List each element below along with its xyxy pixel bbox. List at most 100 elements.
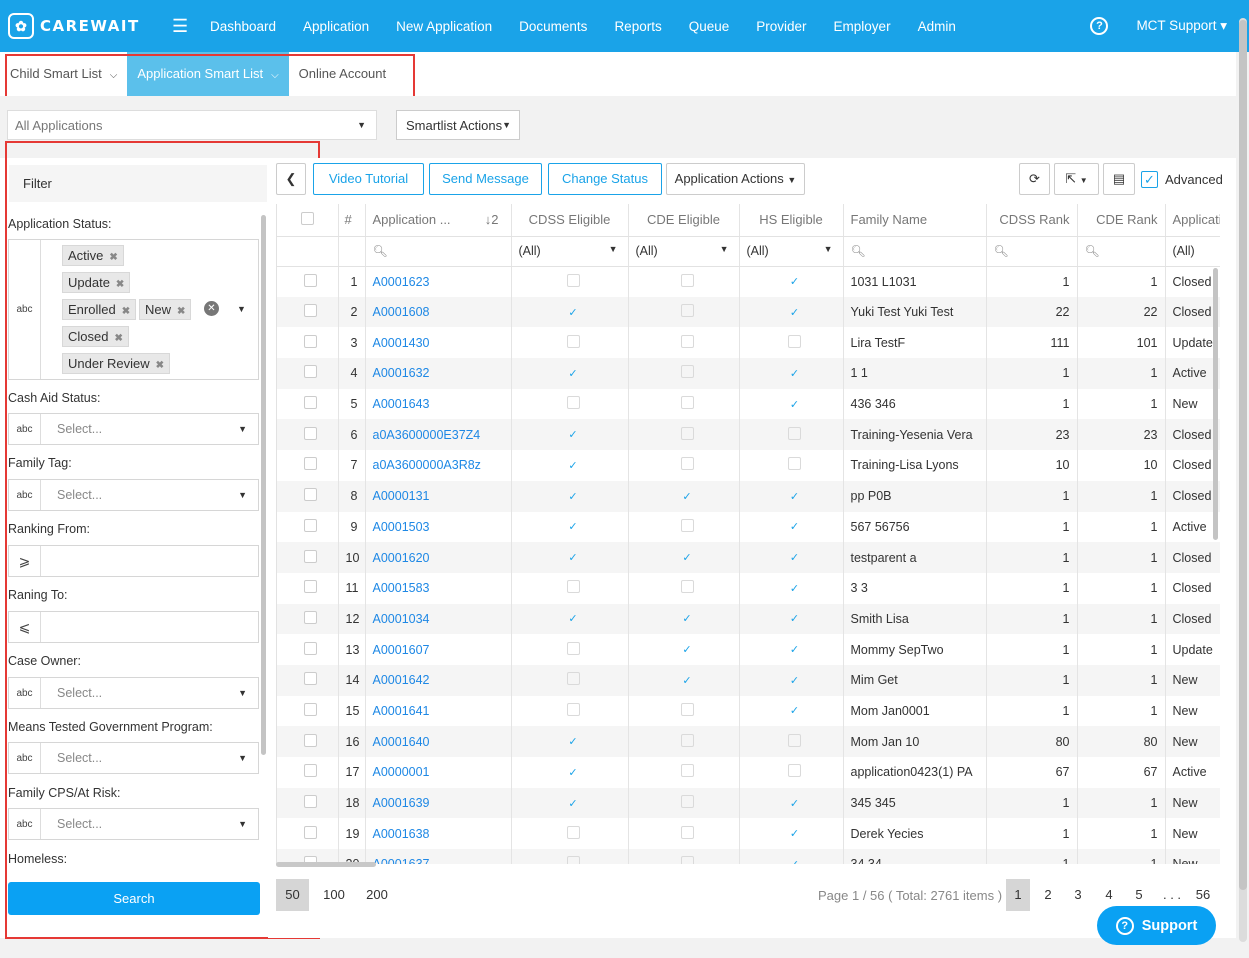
row-checkbox[interactable] (304, 549, 318, 563)
nav-admin[interactable]: Admin (918, 19, 956, 34)
table-row[interactable]: 16 A0001640 ✓ Mom Jan 10 80 80 New (277, 726, 1220, 757)
page-1[interactable]: 1 (1006, 879, 1030, 911)
table-row[interactable]: 6 a0A3600000E37Z4 ✓ Training-Yesenia Vera 23… (277, 419, 1220, 451)
table-row[interactable]: 4 A0001632 ✓ ✓ 1 1 1 1 Active (277, 358, 1220, 389)
application-link[interactable]: A0001642 (373, 673, 430, 687)
row-checkbox[interactable] (304, 518, 318, 532)
row-select-cell[interactable] (277, 634, 339, 665)
filter-cdss-rank[interactable]: 🔍︎ (986, 236, 1078, 267)
row-checkbox[interactable] (304, 672, 318, 686)
application-link[interactable]: A0001643 (373, 397, 430, 411)
application-link[interactable]: A0001623 (373, 275, 430, 289)
user-menu[interactable]: MCT Support ▾ (1136, 18, 1227, 34)
means-tested-select[interactable]: abc Select... ▼ (8, 742, 259, 774)
table-row[interactable]: 13 A0001607 ✓ ✓ Mommy SepTwo 1 1 Update (277, 634, 1220, 665)
header-cdss-eligible[interactable]: CDSS Eligible (511, 204, 629, 237)
row-checkbox[interactable] (304, 365, 318, 379)
application-link[interactable]: A0001430 (373, 336, 430, 350)
table-row[interactable]: 2 A0001608 ✓ ✓ Yuki Test Yuki Test 22 22 Closed (277, 296, 1220, 328)
nav-documents[interactable]: Documents (519, 19, 587, 34)
table-row[interactable]: 3 A0001430 Lira TestF 111 101 Update (277, 327, 1220, 359)
row-select-cell[interactable] (277, 327, 339, 359)
table-row[interactable]: 15 A0001641 ✓ Mom Jan0001 1 1 New (277, 695, 1220, 727)
application-link[interactable]: A0000131 (373, 489, 430, 503)
application-link[interactable]: A0001637 (373, 857, 430, 864)
tab-child-smart-list[interactable]: Child Smart List ⌵ (0, 52, 127, 96)
row-select-cell[interactable] (277, 818, 339, 850)
nav-employer[interactable]: Employer (834, 19, 891, 34)
case-owner-select[interactable]: abc Select... ▼ (8, 677, 259, 709)
header-select-all[interactable] (277, 204, 339, 237)
column-chooser-button[interactable]: ▤ (1103, 163, 1135, 195)
application-link[interactable]: A0001608 (373, 305, 430, 319)
nav-new-application[interactable]: New Application (396, 19, 492, 34)
row-checkbox[interactable] (304, 795, 318, 809)
row-checkbox[interactable] (304, 825, 318, 839)
filter-hs-eligible[interactable]: (All) ▼ (739, 236, 844, 267)
table-row[interactable]: 1 A0001623 ✓ 1031 L1031 1 1 Closed (277, 266, 1220, 297)
row-checkbox[interactable] (304, 580, 318, 594)
page-3[interactable]: 3 (1066, 879, 1090, 911)
application-link[interactable]: a0A3600000A3R8z (373, 458, 481, 472)
table-row[interactable]: 10 A0001620 ✓ ✓ ✓ testparent a 1 1 Closed (277, 542, 1220, 573)
change-status-button[interactable]: Change Status (548, 163, 662, 195)
application-link[interactable]: A0001034 (373, 612, 430, 626)
header-cdss-rank[interactable]: CDSS Rank (986, 204, 1078, 237)
row-checkbox[interactable] (304, 334, 318, 348)
family-cps-select[interactable]: abc Select... ▼ (8, 808, 259, 840)
row-checkbox[interactable] (304, 641, 318, 655)
search-button[interactable]: Search (8, 882, 260, 915)
tab-online-account[interactable]: Online Account (289, 52, 396, 96)
table-row[interactable]: 11 A0001583 ✓ 3 3 1 1 Closed (277, 572, 1220, 604)
remove-tag-icon[interactable]: ✖ (122, 306, 130, 317)
row-checkbox[interactable] (304, 426, 318, 440)
page-size-100[interactable]: 100 (318, 879, 350, 911)
header-cde-rank[interactable]: CDE Rank (1077, 204, 1166, 237)
application-actions-button[interactable]: Application Actions ▼ (666, 163, 805, 195)
row-select-cell[interactable] (277, 787, 339, 819)
nav-reports[interactable]: Reports (614, 19, 661, 34)
row-select-cell[interactable] (277, 695, 339, 727)
remove-tag-icon[interactable]: ✖ (116, 279, 124, 290)
row-select-cell[interactable] (277, 664, 339, 696)
row-select-cell[interactable] (277, 603, 339, 635)
video-tutorial-button[interactable]: Video Tutorial (313, 163, 424, 195)
ranking-to-input[interactable]: ⩽ (8, 611, 259, 643)
table-row[interactable]: 20A0001637✓34 3411New (277, 849, 1220, 864)
row-select-cell[interactable] (277, 450, 339, 481)
caret-down-icon[interactable]: ▼ (237, 304, 246, 314)
table-row[interactable]: 19 A0001638 ✓ Derek Yecies 1 1 New (277, 818, 1220, 850)
export-button[interactable]: ⇱ ▼ (1054, 163, 1099, 195)
row-select-cell[interactable] (277, 511, 339, 543)
nav-queue[interactable]: Queue (689, 19, 730, 34)
view-select[interactable]: All Applications ▼ (7, 110, 377, 140)
row-select-cell[interactable] (277, 542, 339, 573)
filter-cdss-eligible[interactable]: (All) ▼ (511, 236, 629, 267)
page-2[interactable]: 2 (1036, 879, 1060, 911)
filter-cde-eligible[interactable]: (All) ▼ (628, 236, 740, 267)
table-row[interactable]: 5 A0001643 ✓ 436 346 1 1 New (277, 388, 1220, 420)
table-row[interactable]: 9 A0001503 ✓ ✓ 567 56756 1 1 Active (277, 511, 1220, 543)
send-message-button[interactable]: Send Message (429, 163, 542, 195)
row-select-cell[interactable] (277, 419, 339, 451)
table-row[interactable]: 7 a0A3600000A3R8z ✓ Training-Lisa Lyons 10 10… (277, 450, 1220, 481)
collapse-panel-button[interactable]: ❮ (276, 163, 306, 195)
remove-tag-icon[interactable]: ✖ (177, 306, 185, 317)
application-link[interactable]: A0001641 (373, 704, 430, 718)
header-family-name[interactable]: Family Name (843, 204, 987, 237)
row-select-cell[interactable] (277, 358, 339, 389)
row-checkbox[interactable] (304, 764, 318, 778)
table-row[interactable]: 18 A0001639 ✓ ✓ 345 345 1 1 New (277, 787, 1220, 819)
application-link[interactable]: A0001639 (373, 796, 430, 810)
carewait-logo[interactable]: ✿ CAREWAIT (8, 13, 158, 39)
application-link[interactable]: A0000001 (373, 765, 430, 779)
row-checkbox[interactable] (304, 304, 318, 318)
row-select-cell[interactable] (277, 480, 339, 512)
advanced-checkbox[interactable]: ✓ (1141, 171, 1158, 188)
application-link[interactable]: A0001638 (373, 827, 430, 841)
application-link[interactable]: A0001640 (373, 735, 430, 749)
header-cde-eligible[interactable]: CDE Eligible (628, 204, 740, 237)
row-checkbox[interactable] (304, 733, 318, 747)
hamburger-menu-icon[interactable]: ☰ (172, 16, 194, 37)
application-link[interactable]: A0001583 (373, 581, 430, 595)
